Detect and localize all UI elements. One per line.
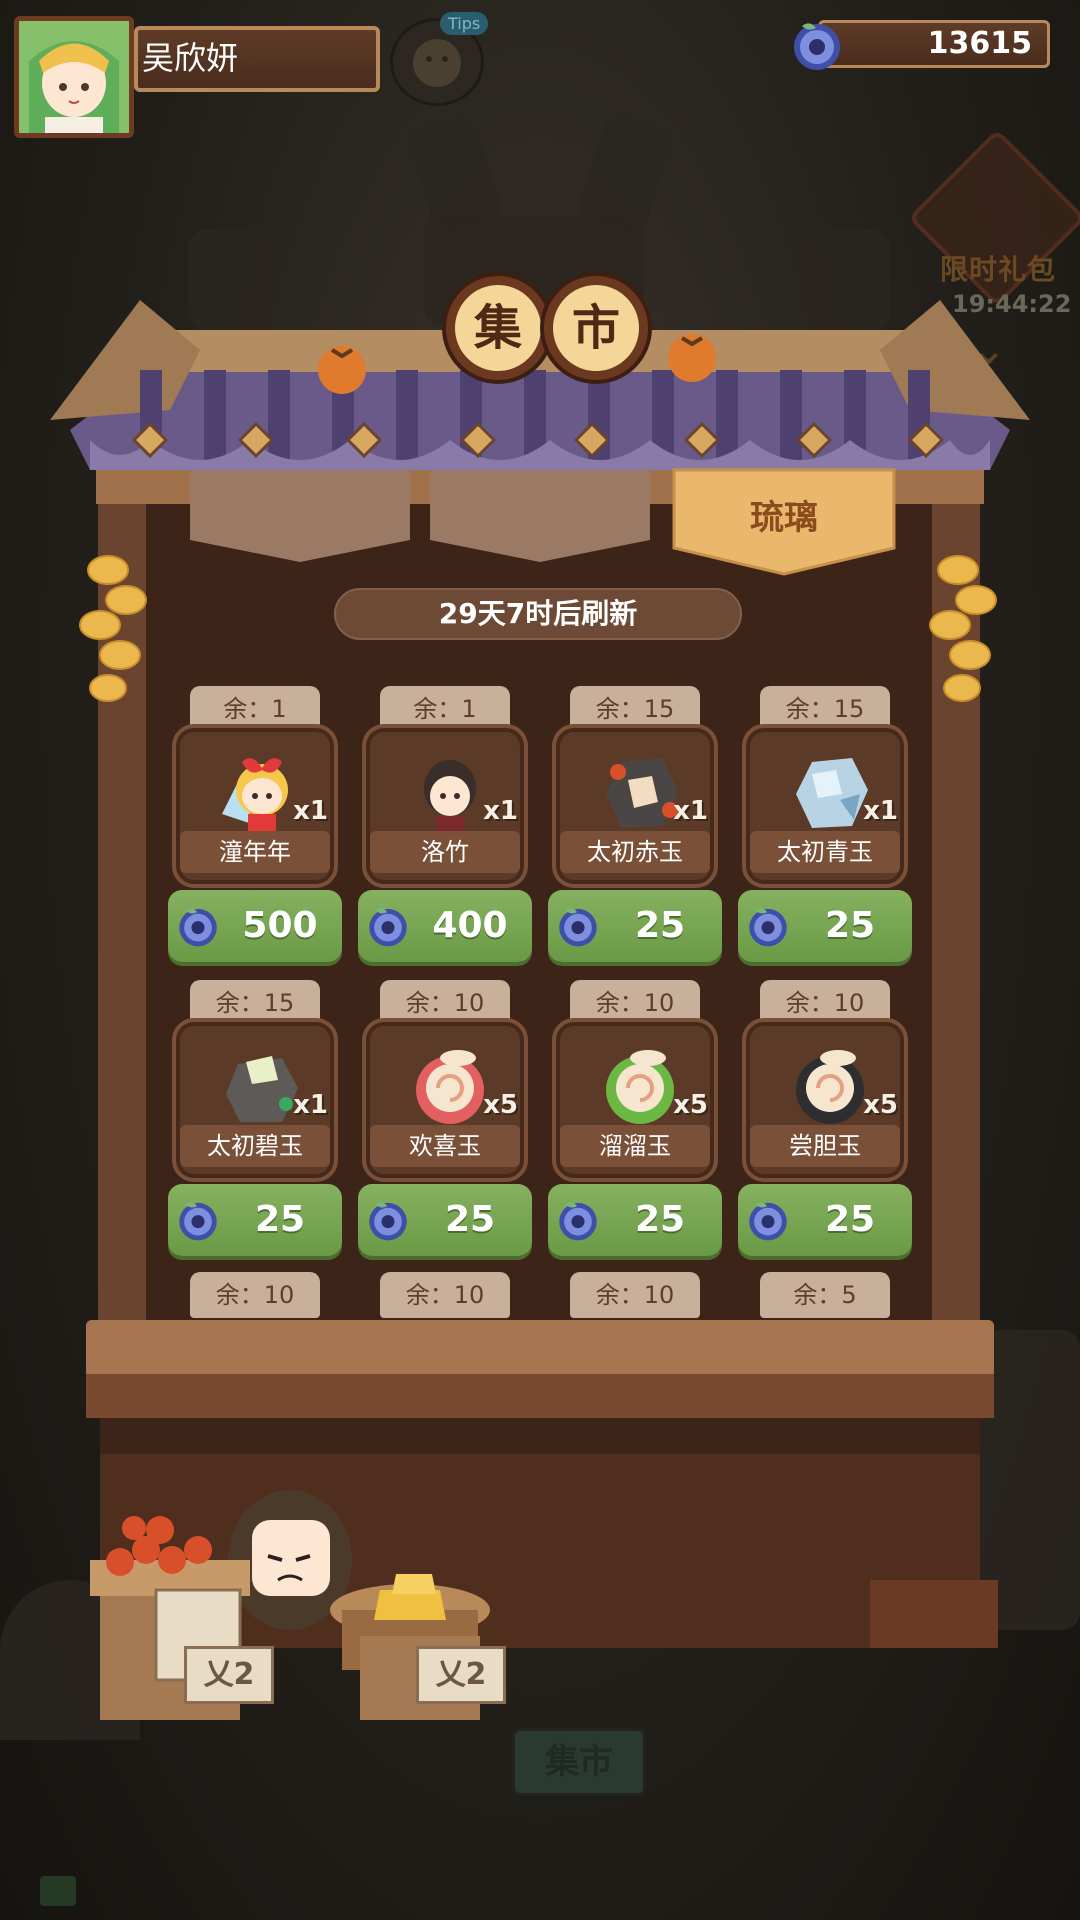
item-name: 尝胆玉 xyxy=(750,1125,900,1167)
bottom-nav-market[interactable]: 集市 xyxy=(512,1728,646,1796)
jade-disc-icon xyxy=(749,908,787,947)
price-value: 25 xyxy=(254,1199,306,1240)
item-quantity: x1 xyxy=(673,796,708,826)
jade-disc-icon xyxy=(179,908,217,947)
price-value: 25 xyxy=(634,1199,686,1240)
buy-button[interactable]: 25 xyxy=(548,890,722,962)
stall-counter-front xyxy=(86,1374,994,1418)
buy-button[interactable]: 400 xyxy=(358,890,532,962)
jade-disc-icon xyxy=(369,1202,407,1241)
item-name: 潼年年 xyxy=(180,831,330,873)
crate-sign-left: 乂2 xyxy=(184,1646,274,1704)
game-screen: 吴欣妍 Tips 13615 限时礼包 19:44:22 ⌄ 集 市 金币 玉璧… xyxy=(0,0,1080,1920)
stock-label: 余：5 xyxy=(760,1272,890,1318)
buy-button[interactable]: 25 xyxy=(358,1184,532,1256)
item-name: 太初青玉 xyxy=(750,831,900,873)
item-name: 太初碧玉 xyxy=(180,1125,330,1167)
jade-disc-icon xyxy=(559,908,597,947)
crate-sign-right: 乂2 xyxy=(416,1646,506,1704)
market-stall-frame xyxy=(50,300,1030,1720)
price-value: 25 xyxy=(444,1199,496,1240)
price-value: 25 xyxy=(824,905,876,946)
jade-disc-icon xyxy=(559,1202,597,1241)
item-quantity: x1 xyxy=(483,796,518,826)
item-quantity: x1 xyxy=(293,1090,328,1120)
title-char-1: 集 xyxy=(446,276,550,380)
item-name: 溜溜玉 xyxy=(560,1125,710,1167)
price-value: 25 xyxy=(824,1199,876,1240)
price-value: 500 xyxy=(242,905,318,946)
item-quantity: x1 xyxy=(293,796,328,826)
buy-button[interactable]: 25 xyxy=(548,1184,722,1256)
jade-disc-icon xyxy=(749,1202,787,1241)
title-char-2: 市 xyxy=(544,276,648,380)
item-quantity: x5 xyxy=(483,1090,518,1120)
jade-disc-icon xyxy=(369,908,407,947)
stock-label: 余：10 xyxy=(190,1272,320,1318)
stock-label: 余：10 xyxy=(570,1272,700,1318)
buy-button[interactable]: 25 xyxy=(738,890,912,962)
item-quantity: x1 xyxy=(863,796,898,826)
tab-glaze[interactable]: 琉璃 xyxy=(674,486,894,568)
item-quantity: x5 xyxy=(673,1090,708,1120)
price-value: 400 xyxy=(432,905,508,946)
stall-counter xyxy=(86,1320,994,1378)
corner-icon[interactable] xyxy=(40,1876,76,1906)
stock-label: 余：10 xyxy=(380,1272,510,1318)
tab-gold-coin[interactable]: 金币 xyxy=(190,480,410,562)
buy-button[interactable]: 25 xyxy=(168,1184,342,1256)
item-quantity: x5 xyxy=(863,1090,898,1120)
item-name: 洛竹 xyxy=(370,831,520,873)
price-value: 25 xyxy=(634,905,686,946)
buy-button[interactable]: 25 xyxy=(738,1184,912,1256)
buy-button[interactable]: 500 xyxy=(168,890,342,962)
refresh-timer-text: 29天7时后刷新 xyxy=(438,597,638,630)
item-name: 太初赤玉 xyxy=(560,831,710,873)
jade-disc-icon xyxy=(179,1202,217,1241)
tab-jade-bi[interactable]: 玉璧 xyxy=(430,480,650,562)
item-name: 欢喜玉 xyxy=(370,1125,520,1167)
